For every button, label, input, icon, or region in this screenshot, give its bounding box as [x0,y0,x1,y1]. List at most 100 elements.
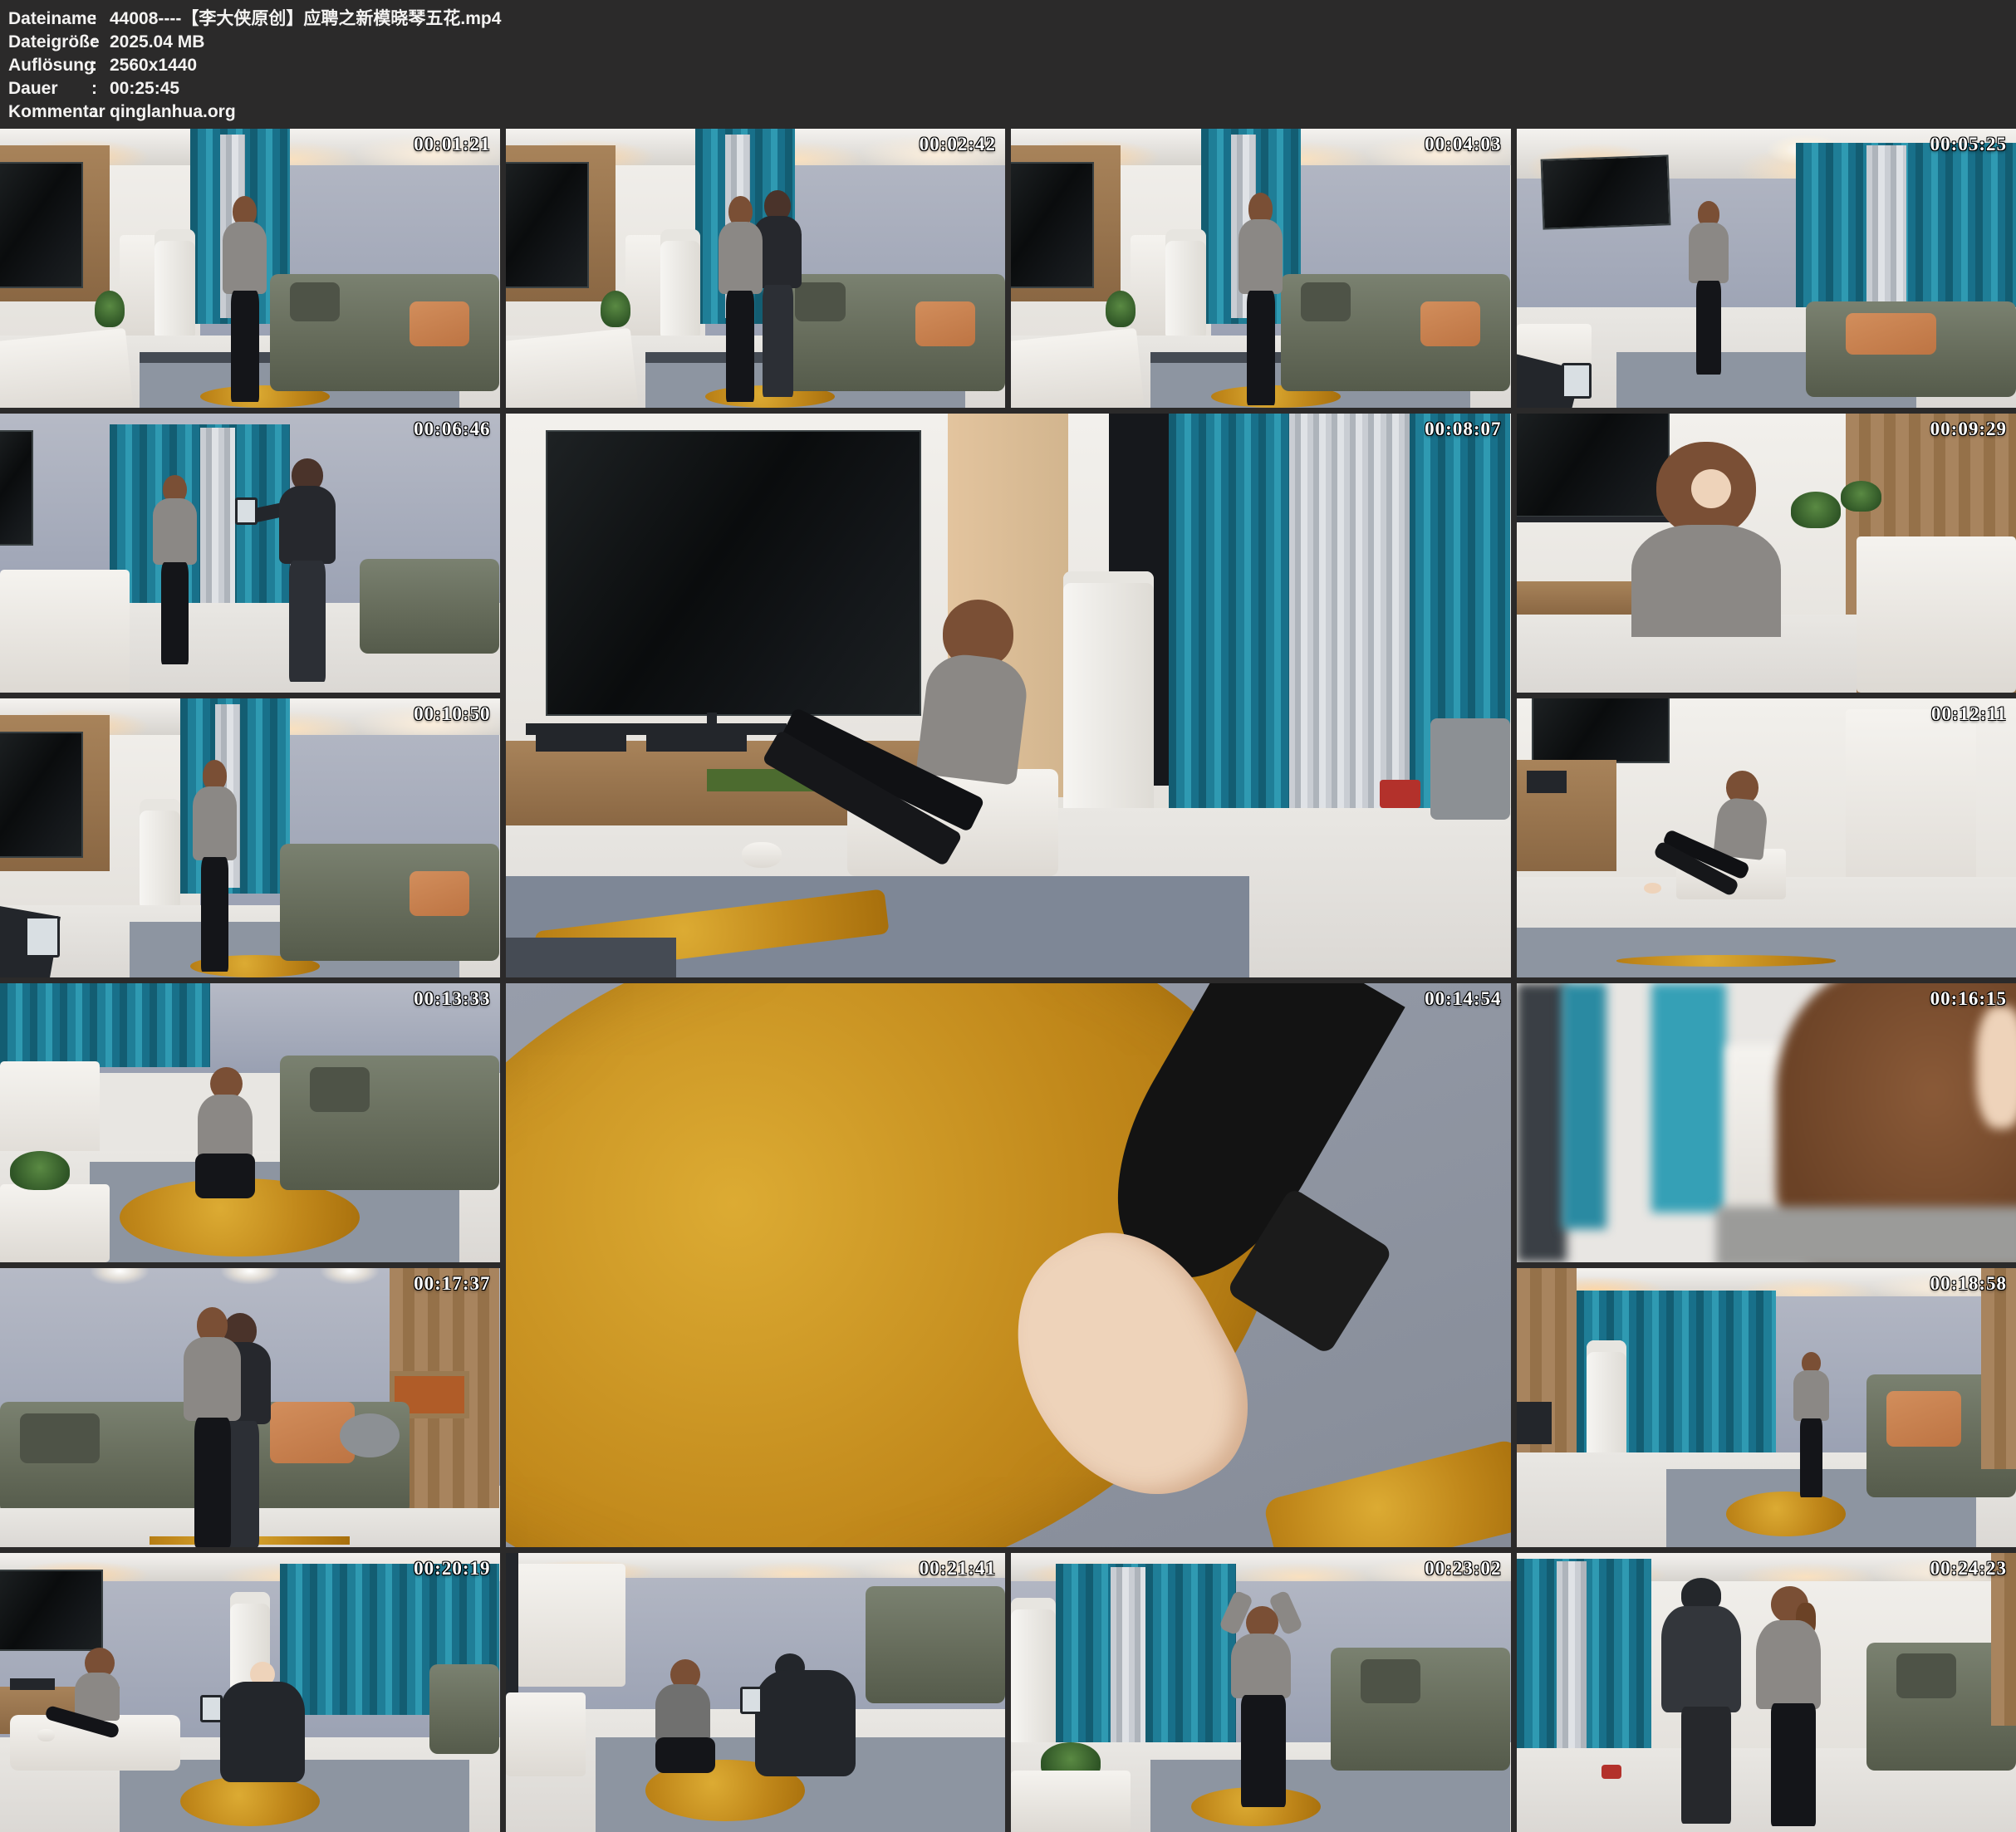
drawer-cabinet [1131,235,1170,338]
figure-legs [726,291,754,402]
video-thumbnail[interactable]: 00:18:58 [1517,1268,2016,1547]
timestamp-overlay: 00:05:25 [1930,134,2007,155]
sheer-curtain [1289,414,1410,814]
file-info-header: Dateiname : 44008----【李大侠原创】应聘之新模晓琴五花.mp… [0,0,2016,129]
video-thumbnail[interactable]: 00:16:15 [1517,983,2016,1262]
field-separator: : [91,54,110,77]
video-thumbnail[interactable]: 00:24:23 [1517,1553,2016,1832]
drawer-cabinet [1857,536,2016,693]
video-thumbnail[interactable]: 00:12:11 [1517,698,2016,977]
sofa [866,1586,1005,1703]
sofa-cushion [310,1067,370,1112]
red-object [1380,780,1420,808]
video-thumbnail[interactable]: 00:17:37 [0,1268,500,1547]
cheek-closeup [1976,1006,2016,1129]
phone [200,1695,223,1722]
tv-screen [1540,154,1670,229]
sofa-cushion-orange [410,301,469,346]
field-separator: : [91,31,110,54]
phone [25,916,60,958]
door [516,1564,625,1687]
video-thumbnail[interactable]: 00:05:25 [1517,129,2016,408]
timestamp-overlay: 00:10:50 [414,703,490,725]
figure-torso [719,222,763,294]
soundbar [10,1678,55,1689]
rug-gold-circle [1726,1492,1846,1536]
phone [740,1687,763,1714]
video-thumbnail[interactable]: 00:02:42 [506,129,1006,408]
sofa-cushion [1361,1659,1420,1704]
drawer-cabinet [0,570,130,693]
curtains [1796,143,2016,327]
sofa-cushion-orange [410,871,469,916]
video-thumbnail[interactable]: 00:21:41 [506,1553,1006,1832]
field-separator: : [91,77,110,100]
drawer-cabinet [625,235,665,338]
video-thumbnail[interactable]: 00:09:29 [1517,414,2016,693]
filename-value: 44008----【李大侠原创】应聘之新模晓琴五花.mp4 [110,7,501,31]
file-info-row: Auflösung : 2560x1440 [8,54,2008,77]
photographer-arm [1517,1402,1552,1443]
timestamp-overlay: 00:14:54 [1425,988,1501,1010]
crouching-man-body [220,1682,305,1782]
person-figure [150,475,199,664]
timestamp-overlay: 00:01:21 [414,134,490,155]
figure-legs [1800,1418,1822,1496]
figure-torso [198,1095,253,1158]
curtain-through-glass [1562,983,1606,1229]
timestamp-overlay: 00:23:02 [1425,1558,1501,1580]
phone [1562,363,1592,399]
sofa [429,1664,499,1754]
side-table [0,1184,110,1262]
sheer-curtain [1557,1561,1587,1756]
figure-legs [1241,1695,1286,1806]
person-figure [715,196,765,403]
scene-art [1517,414,2016,693]
sweater-shoulder [1716,1207,2016,1262]
comment-value: qinglanhua.org [110,100,236,124]
figure-torso [1756,1620,1821,1710]
video-thumbnail[interactable]: 00:20:19 [0,1553,500,1832]
video-thumbnail[interactable]: 00:01:21 [0,129,500,408]
bonsai-plant [601,291,630,327]
field-separator: : [91,7,110,31]
video-thumbnail[interactable]: 00:23:02 [1011,1553,1511,1832]
figure-legs [1696,281,1721,374]
video-thumbnail-large[interactable]: 00:08:07 [506,414,1511,977]
figure-legs-kneeling [655,1737,715,1774]
video-thumbnail[interactable]: 00:06:46 [0,414,500,693]
rug-gold-circle [180,1776,320,1826]
person-figure [1791,1352,1831,1497]
timestamp-overlay: 00:18:58 [1930,1273,2007,1295]
scene-art [1011,129,1511,408]
coffee-table [506,327,640,408]
side-table [1011,1771,1131,1832]
figure-legs [1771,1703,1816,1826]
video-thumbnail[interactable]: 00:13:33 [0,983,500,1262]
timestamp-overlay: 00:08:07 [1425,419,1501,440]
rug [1517,928,2016,977]
video-thumbnail-large[interactable]: 00:14:54 [506,983,1511,1547]
plant [1841,481,1881,512]
equipment-case [536,723,626,752]
sofa-cushion-orange [915,301,975,346]
figure-torso [184,1337,241,1421]
shoe [742,842,782,868]
figure-torso [279,486,336,564]
scene-art [0,983,500,1262]
tv-screen [0,430,33,545]
filesize-value: 2025.04 MB [110,31,204,54]
field-separator: : [91,100,110,124]
figure-torso [1793,1370,1828,1421]
sofa-cushion-orange [1420,301,1480,346]
figure-face [1691,469,1731,508]
tv-screen [1011,162,1094,288]
tv-screen [1532,698,1670,763]
timestamp-overlay: 00:21:41 [920,1558,996,1580]
video-thumbnail[interactable]: 00:10:50 [0,698,500,977]
video-thumbnail[interactable]: 00:04:03 [1011,129,1511,408]
man-torso [1661,1606,1741,1712]
scene-art [1517,129,2016,408]
bare-foot [1644,883,1661,894]
scene-art [506,1553,1006,1832]
